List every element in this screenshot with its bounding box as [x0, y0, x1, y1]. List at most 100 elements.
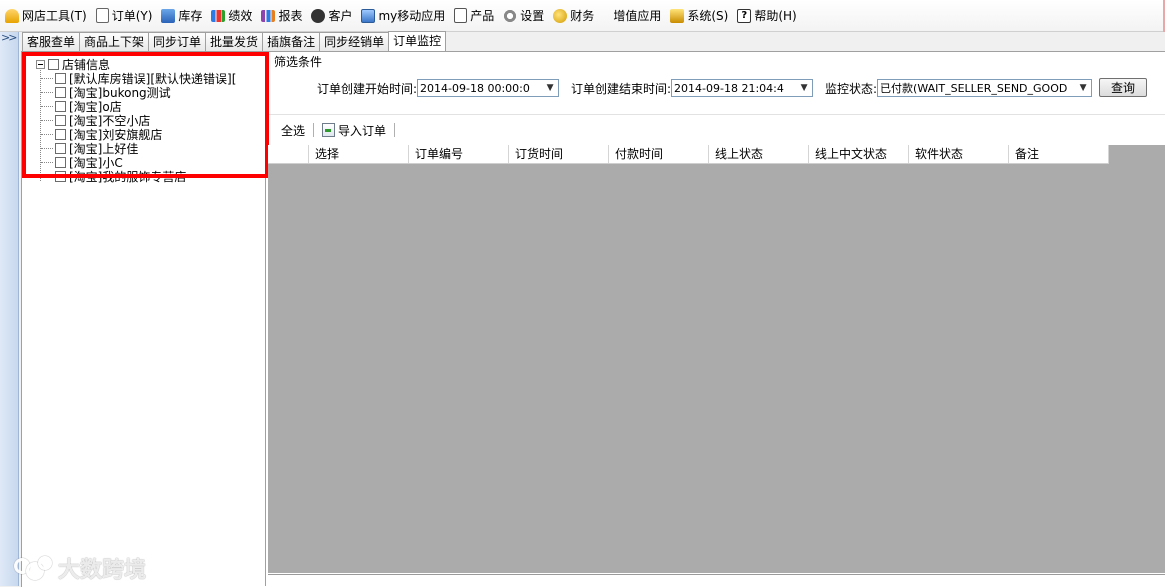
tree-connector: [41, 161, 53, 163]
end-time-value: 2014-09-18 21:04:4: [674, 81, 784, 95]
tree-item[interactable]: [淘宝]我的服饰专营店: [41, 169, 187, 184]
select-all-label: 全选: [281, 123, 306, 138]
tab-sync-distribution[interactable]: 同步经销单: [319, 32, 390, 51]
watermark-text: 大数跨境: [58, 558, 147, 583]
watermark-logo-icon: [14, 556, 54, 580]
mobile-app-icon: [361, 8, 376, 23]
select-all-button[interactable]: 全选: [276, 122, 310, 139]
menu-label: 报表: [278, 9, 303, 23]
menu-label: 订单(Y): [111, 9, 153, 23]
column-header[interactable]: 选择: [309, 145, 409, 163]
status-value: 已付款(WAIT_SELLER_SEND_GOOD: [880, 82, 1068, 95]
tree-checkbox[interactable]: [55, 100, 66, 112]
system-icon: [670, 8, 685, 23]
menu-help[interactable]: 帮助(H): [734, 4, 802, 28]
tree-connector: [41, 91, 53, 93]
menu-label: 增值应用: [613, 9, 662, 23]
orders-grid[interactable]: 选择 订单编号 订货时间 付款时间 线上状态 线上中文状态 软件状态 备注: [268, 145, 1165, 573]
tree-checkbox[interactable]: [55, 156, 66, 168]
tab-order-monitor[interactable]: 订单监控: [388, 31, 447, 51]
menu-settings[interactable]: 设置: [500, 4, 550, 28]
watermark: 大数跨境: [14, 552, 146, 584]
order-toolbar: 全选 导入订单: [276, 121, 398, 139]
import-orders-button[interactable]: 导入订单: [317, 122, 391, 139]
tree-connector: [41, 77, 53, 79]
tree-connector: [41, 119, 53, 121]
tree-checkbox[interactable]: [48, 58, 59, 70]
menu-label: 绩效: [228, 9, 253, 23]
start-time-picker[interactable]: 2014-09-18 00:00:0 ▼: [417, 79, 560, 97]
column-header[interactable]: 线上状态: [709, 145, 809, 163]
finance-icon: [553, 8, 568, 23]
end-time-label: 订单创建结束时间:: [571, 81, 672, 96]
start-time-field: 订单创建开始时间: 2014-09-18 00:00:0 ▼: [317, 78, 560, 98]
tab-bar: 客服查单 商品上下架 同步订单 批量发货 插旗备注 同步经销单 订单监控: [22, 31, 447, 51]
status-select[interactable]: 已付款(WAIT_SELLER_SEND_GOOD ▼: [877, 79, 1093, 97]
menu-reports[interactable]: 报表: [258, 4, 308, 28]
tab-customer-service-lookup[interactable]: 客服查单: [22, 32, 81, 51]
menu-products[interactable]: 产品: [451, 4, 500, 28]
expand-arrows-icon[interactable]: >>: [1, 31, 18, 44]
tree-item-label: [淘宝]我的服饰专营店: [69, 169, 187, 184]
filter-title: 筛选条件: [274, 55, 323, 69]
grid-header: 选择 订单编号 订货时间 付款时间 线上状态 线上中文状态 软件状态 备注: [268, 145, 1109, 164]
tree-checkbox[interactable]: [55, 72, 66, 84]
chevron-down-icon[interactable]: ▼: [1075, 80, 1091, 96]
column-header[interactable]: 软件状态: [909, 145, 1009, 163]
help-icon: [737, 8, 752, 23]
tree-connector: [41, 147, 53, 149]
tab-listing-shelving[interactable]: 商品上下架: [79, 32, 150, 51]
column-header[interactable]: 订单编号: [409, 145, 509, 163]
tree-checkbox[interactable]: [55, 170, 66, 182]
tab-batch-shipping[interactable]: 批量发货: [205, 32, 264, 51]
menu-label: 库存: [178, 9, 203, 23]
shop-tree-panel: 店铺信息 [默认库房错误][默认快递错误][ [淘宝]bukong测试 [淘宝]…: [22, 52, 266, 586]
chevron-down-icon[interactable]: ▼: [796, 80, 812, 96]
column-header[interactable]: 付款时间: [609, 145, 709, 163]
menu-label: 产品: [470, 9, 495, 23]
tree-checkbox[interactable]: [55, 142, 66, 154]
menu-mobile-apps[interactable]: my移动应用: [358, 4, 451, 28]
menu-inventory[interactable]: 库存: [158, 4, 208, 28]
customer-icon: [311, 8, 326, 23]
menu-label: my移动应用: [378, 9, 446, 23]
settings-icon: [503, 8, 518, 23]
menu-customers[interactable]: 客户: [308, 4, 358, 28]
tree-checkbox[interactable]: [55, 114, 66, 126]
menu-label: 财务: [570, 9, 595, 23]
row-header-column: [268, 145, 309, 163]
menu-system[interactable]: 系统(S): [667, 4, 734, 28]
query-button[interactable]: 查询: [1099, 78, 1147, 97]
start-time-label: 订单创建开始时间:: [317, 81, 418, 96]
column-header[interactable]: 订货时间: [509, 145, 609, 163]
menu-label: 帮助(H): [754, 9, 797, 23]
tree-checkbox[interactable]: [55, 86, 66, 98]
toolbar-separator: [394, 123, 396, 137]
performance-icon: [211, 9, 226, 22]
order-icon: [95, 8, 109, 23]
tree-checkbox[interactable]: [55, 128, 66, 140]
column-header[interactable]: 线上中文状态: [809, 145, 909, 163]
menu-performance[interactable]: 绩效: [208, 4, 258, 28]
menu-shop-tools[interactable]: 网店工具(T): [2, 4, 93, 28]
side-collapse-strip[interactable]: >>: [0, 31, 19, 586]
column-header[interactable]: 备注: [1009, 145, 1109, 163]
menu-value-added[interactable]: 增值应用: [610, 4, 667, 28]
collapse-icon[interactable]: [36, 59, 45, 69]
bottom-panel: [268, 574, 1165, 587]
divider: [269, 114, 1165, 115]
menu-label: 系统(S): [687, 9, 729, 23]
chevron-down-icon[interactable]: ▼: [542, 80, 558, 96]
menu-orders[interactable]: 订单(Y): [93, 4, 159, 28]
import-icon: [322, 123, 336, 137]
menu-label: 设置: [520, 9, 545, 23]
end-time-picker[interactable]: 2014-09-18 21:04:4 ▼: [671, 79, 814, 97]
tab-flag-remarks[interactable]: 插旗备注: [262, 32, 321, 51]
tree-connector: [41, 175, 53, 177]
tree-connector: [41, 133, 53, 135]
report-icon: [261, 9, 276, 22]
shop-icon: [5, 8, 19, 23]
menu-finance[interactable]: 财务: [550, 4, 600, 28]
menu-label: 网店工具(T): [22, 9, 87, 23]
tab-sync-orders[interactable]: 同步订单: [148, 32, 207, 51]
